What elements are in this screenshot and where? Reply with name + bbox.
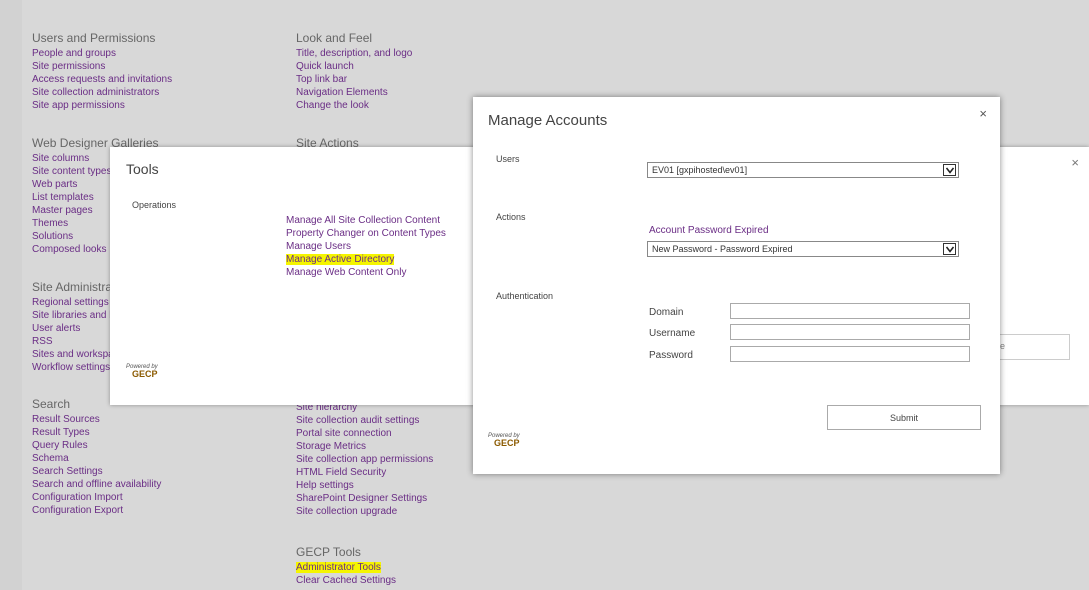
section-title: Site Administrat [32, 280, 116, 294]
left-margin [0, 0, 22, 590]
domain-field[interactable] [730, 303, 970, 319]
brand-text: GECP [494, 438, 520, 448]
close-icon[interactable]: × [979, 106, 987, 121]
link-storage-metrics[interactable]: Storage Metrics [296, 440, 433, 453]
link-property-changer[interactable]: Property Changer on Content Types [286, 227, 446, 240]
dialog-title: Manage Accounts [488, 112, 608, 129]
highlight: Administrator Tools [296, 562, 381, 573]
username-label: Username [649, 328, 696, 339]
chevron-down-icon [943, 164, 956, 176]
manage-accounts-dialog: Manage Accounts × Users EV01 [gxpihosted… [473, 97, 1000, 474]
actions-label: Actions [496, 212, 526, 222]
link-site-permissions[interactable]: Site permissions [32, 60, 172, 73]
password-field[interactable] [730, 346, 970, 362]
chevron-down-icon [943, 243, 956, 255]
link-help-settings[interactable]: Help settings [296, 479, 433, 492]
authentication-label: Authentication [496, 291, 554, 301]
link-site-collection-admins[interactable]: Site collection administrators [32, 86, 172, 99]
password-label: Password [649, 350, 693, 361]
link-manage-users[interactable]: Manage Users [286, 240, 446, 253]
action-select[interactable]: New Password - Password Expired [647, 241, 959, 257]
search-section: Search Result Sources Result Types Query… [32, 397, 161, 517]
link-config-export[interactable]: Configuration Export [32, 504, 161, 517]
link-app-permissions[interactable]: Site collection app permissions [296, 453, 433, 466]
tools-links: Manage All Site Collection Content Prope… [286, 214, 446, 279]
site-admin-section: Site Administrat Regional settings Site … [32, 280, 115, 374]
link-clear-cached-settings[interactable]: Clear Cached Settings [296, 574, 396, 587]
link-quick-launch[interactable]: Quick launch [296, 60, 412, 73]
users-label: Users [496, 154, 520, 164]
highlight: Manage Active Directory [286, 254, 395, 265]
link-site-libraries[interactable]: Site libraries and l [32, 309, 115, 322]
link-manage-site-collection-content[interactable]: Manage All Site Collection Content [286, 214, 446, 227]
section-title: Users and Permissions [32, 31, 156, 45]
link-spd-settings[interactable]: SharePoint Designer Settings [296, 492, 433, 505]
partial-input[interactable]: e [996, 334, 1070, 360]
users-select[interactable]: EV01 [gxpihosted\ev01] [647, 162, 959, 178]
link-regional-settings[interactable]: Regional settings [32, 296, 115, 309]
link-manage-active-directory[interactable]: Manage Active Directory [286, 253, 446, 266]
link-rss[interactable]: RSS [32, 335, 115, 348]
link-schema[interactable]: Schema [32, 452, 161, 465]
link-manage-web-content[interactable]: Manage Web Content Only [286, 266, 446, 279]
section-title: GECP Tools [296, 545, 361, 559]
link-title-logo[interactable]: Title, description, and logo [296, 47, 412, 60]
link-change-look[interactable]: Change the look [296, 99, 412, 112]
partial-input-text: e [1000, 341, 1006, 351]
gecp-tools-section: GECP Tools Administrator Tools Clear Cac… [296, 545, 396, 587]
dialog-title: Tools [126, 161, 159, 177]
username-field[interactable] [730, 324, 970, 340]
domain-label: Domain [649, 307, 684, 318]
link-site-app-permissions[interactable]: Site app permissions [32, 99, 172, 112]
link-html-field-security[interactable]: HTML Field Security [296, 466, 433, 479]
users-select-value: EV01 [gxpihosted\ev01] [652, 165, 748, 175]
section-title: Look and Feel [296, 31, 373, 45]
link-site-collection-upgrade[interactable]: Site collection upgrade [296, 505, 433, 518]
link-administrator-tools[interactable]: Administrator Tools [296, 561, 396, 574]
link-portal-connection[interactable]: Portal site connection [296, 427, 433, 440]
link-workflow-settings[interactable]: Workflow settings [32, 361, 115, 374]
link-result-sources[interactable]: Result Sources [32, 413, 161, 426]
look-feel-section: Look and Feel Title, description, and lo… [296, 31, 412, 112]
link-audit-settings[interactable]: Site collection audit settings [296, 414, 433, 427]
users-permissions-section: Users and Permissions People and groups … [32, 31, 172, 112]
link-people-groups[interactable]: People and groups [32, 47, 172, 60]
powered-by-logo: Powered by GECP [488, 433, 520, 448]
action-select-value: New Password - Password Expired [652, 244, 793, 254]
link-user-alerts[interactable]: User alerts [32, 322, 115, 335]
link-search-offline[interactable]: Search and offline availability [32, 478, 161, 491]
link-config-import[interactable]: Configuration Import [32, 491, 161, 504]
link-search-settings[interactable]: Search Settings [32, 465, 161, 478]
site-collection-section: Site hierarchy Site collection audit set… [296, 401, 433, 518]
link-navigation-elements[interactable]: Navigation Elements [296, 86, 412, 99]
close-icon[interactable]: × [1071, 155, 1079, 170]
link-access-requests[interactable]: Access requests and invitations [32, 73, 172, 86]
operations-label: Operations [132, 200, 177, 210]
submit-button[interactable]: Submit [827, 405, 981, 430]
link-sites-workspaces[interactable]: Sites and workspa [32, 348, 115, 361]
powered-by-logo: Powered by GECP [126, 364, 158, 379]
brand-text: GECP [132, 369, 158, 379]
link-top-link-bar[interactable]: Top link bar [296, 73, 412, 86]
action-heading: Account Password Expired [649, 225, 769, 236]
link-result-types[interactable]: Result Types [32, 426, 161, 439]
link-query-rules[interactable]: Query Rules [32, 439, 161, 452]
